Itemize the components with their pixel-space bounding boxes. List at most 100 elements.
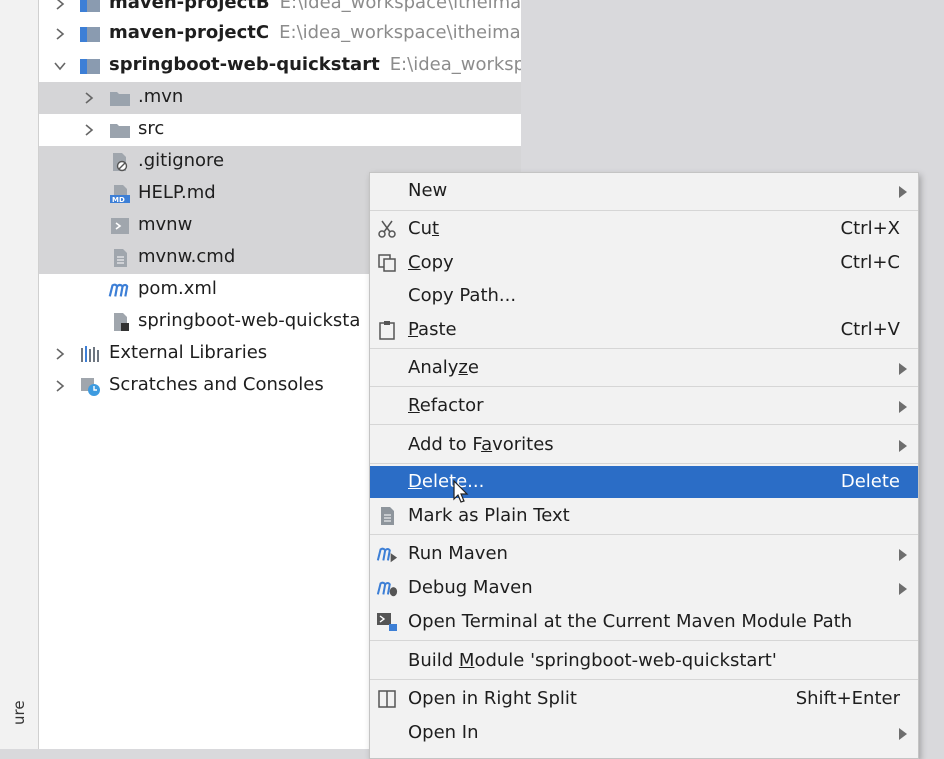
menu-item-open-in[interactable]: Open In (370, 717, 918, 749)
menu-mnemonic: R (408, 395, 420, 416)
menu-label-rest: odule 'springboot-web-quickstart' (474, 650, 777, 671)
menu-separator (370, 534, 918, 535)
chevron-right-icon[interactable] (52, 378, 68, 394)
tree-item-label: src (138, 118, 165, 139)
menu-mnemonic: z (458, 357, 468, 378)
menu-item-mark-as-plain-text[interactable]: Mark as Plain Text (370, 500, 918, 532)
chevron-right-icon[interactable] (81, 122, 97, 138)
menu-item-open-in-right-split[interactable]: Open in Right Split Shift+Enter (370, 683, 918, 715)
menu-label: Debug Maven (408, 577, 533, 598)
tree-item-springboot-web-quickstart[interactable]: springboot-web-quickstart E:\idea_workspa (39, 50, 521, 82)
tree-item-mvn[interactable]: .mvn (39, 82, 521, 114)
menu-shortcut: Ctrl+C (840, 252, 900, 273)
menu-label-rest: vorites (492, 434, 554, 455)
menu-label: Cu (408, 218, 432, 239)
split-view-icon (378, 690, 396, 708)
chevron-right-icon[interactable] (52, 346, 68, 362)
tree-item-path: E:\idea_workspace\itheima (279, 22, 521, 43)
submenu-arrow-icon (899, 186, 907, 198)
tree-item-maven-projectC[interactable]: maven-projectC E:\idea_workspace\itheima (39, 18, 521, 50)
tree-item-label: .gitignore (138, 150, 225, 171)
menu-item-build-module[interactable]: Build Module 'springboot-web-quickstart' (370, 645, 918, 677)
menu-mnemonic: a (481, 434, 493, 455)
debug-maven-icon (376, 581, 398, 597)
menu-item-delete[interactable]: Delete... Delete (370, 466, 918, 503)
side-tool-strip: ure (0, 0, 39, 749)
menu-item-copy-path[interactable]: Copy Path... (370, 280, 918, 312)
menu-item-open-terminal[interactable]: Open Terminal at the Current Maven Modul… (370, 606, 918, 638)
plain-text-icon (381, 507, 394, 525)
menu-label: Copy Path... (408, 285, 517, 306)
module-folder-icon (80, 0, 100, 12)
tree-item-path: E:\idea_workspa (389, 54, 521, 75)
tree-item-src[interactable]: src (39, 114, 521, 146)
menu-separator (370, 424, 918, 425)
module-folder-icon (80, 59, 100, 74)
submenu-arrow-icon (899, 549, 907, 561)
tree-item-label: pom.xml (138, 278, 217, 299)
menu-label: Open In (408, 722, 479, 743)
clipboard-icon (379, 321, 395, 340)
shell-script-icon (111, 218, 129, 234)
ignore-file-icon (113, 153, 128, 172)
menu-label-rest: aste (418, 319, 457, 340)
chevron-right-icon[interactable] (52, 26, 68, 42)
tree-item-label: springboot-web-quickstart (109, 54, 380, 75)
tree-item-label: External Libraries (109, 342, 268, 363)
tree-item-label: maven-projectC (109, 22, 270, 43)
tree-item-label: mvnw (138, 214, 193, 235)
menu-item-debug-maven[interactable]: Debug Maven (370, 572, 918, 604)
tree-item-path: E:\idea_workspace\itheima (279, 0, 521, 13)
folder-icon (110, 124, 130, 138)
menu-item-analyze[interactable]: Analyze (370, 352, 918, 384)
menu-shortcut: Ctrl+V (840, 319, 900, 340)
folder-icon (110, 92, 130, 106)
menu-item-refactor[interactable]: Refactor (370, 390, 918, 422)
submenu-arrow-icon (899, 363, 907, 375)
maven-icon (108, 283, 129, 297)
menu-item-cut[interactable]: Cut Ctrl+X (370, 213, 918, 245)
submenu-arrow-icon (899, 440, 907, 452)
menu-separator (370, 386, 918, 387)
menu-item-run-maven[interactable]: Run Maven (370, 538, 918, 570)
context-menu: New Cut Ctrl+X Copy Ctrl+C Copy Path... … (369, 172, 919, 759)
tree-item-label: springboot-web-quicksta (138, 310, 361, 331)
text-file-icon (114, 249, 127, 267)
tree-item-maven-projectB[interactable]: maven-projectB E:\idea_workspace\itheima (39, 0, 521, 20)
tree-item-label: .mvn (138, 86, 184, 107)
tree-item-label: HELP.md (138, 182, 216, 203)
chevron-right-icon[interactable] (52, 0, 68, 12)
menu-separator (370, 210, 918, 211)
menu-separator (370, 640, 918, 641)
menu-label-rest: efactor (419, 395, 484, 416)
menu-separator (370, 348, 918, 349)
chevron-down-icon[interactable] (52, 58, 68, 74)
md-badge-text: MD (112, 196, 125, 204)
menu-label-rest: opy (420, 252, 454, 273)
scratches-icon (81, 378, 100, 396)
submenu-arrow-icon (899, 583, 907, 595)
menu-label: Analy (408, 357, 459, 378)
module-folder-icon (80, 27, 100, 42)
tree-item-label: maven-projectB (109, 0, 270, 13)
menu-separator (370, 463, 918, 464)
library-icon (81, 346, 99, 362)
menu-label: Open in Right Split (408, 688, 577, 709)
menu-item-add-to-favorites[interactable]: Add to Favorites (370, 429, 918, 461)
side-tool-label[interactable]: ure (10, 700, 28, 725)
menu-separator (370, 679, 918, 680)
menu-label-rest: e (467, 357, 479, 378)
menu-item-paste[interactable]: Paste Ctrl+V (370, 314, 918, 346)
submenu-arrow-icon (899, 728, 907, 740)
menu-label: Open Terminal at the Current Maven Modul… (408, 611, 853, 632)
chevron-right-icon[interactable] (81, 90, 97, 106)
menu-mnemonic: M (458, 650, 475, 671)
scissors-icon (378, 220, 396, 238)
menu-mnemonic: C (408, 252, 421, 273)
menu-label: Run Maven (408, 543, 508, 564)
terminal-icon (377, 613, 397, 631)
menu-shortcut: Ctrl+X (840, 218, 900, 239)
menu-item-new[interactable]: New (370, 175, 918, 207)
menu-item-copy[interactable]: Copy Ctrl+C (370, 247, 918, 279)
markdown-file-icon: MD (110, 185, 130, 204)
